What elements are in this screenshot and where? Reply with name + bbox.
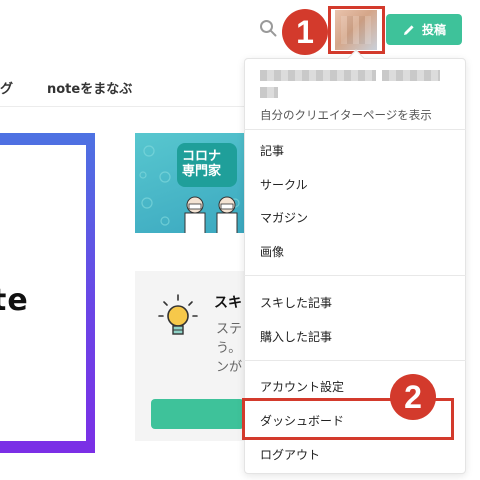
hero-card-inner: te xyxy=(0,145,86,441)
thumbnail-badge-line2: 専門家 xyxy=(182,164,222,179)
tip-body: ステ う。 ンが xyxy=(216,320,242,377)
hero-card[interactable]: te xyxy=(0,133,95,453)
step-badge-1: 1 xyxy=(282,9,328,55)
tip-body-line: う。 xyxy=(216,341,242,356)
avatar-highlight-box xyxy=(328,6,385,54)
tip-title: スキ xyxy=(214,295,242,311)
username-blurred xyxy=(382,70,440,81)
post-button-label: 投稿 xyxy=(421,23,446,37)
menu-item-liked-articles[interactable]: スキした記事 xyxy=(260,294,332,311)
step-badge-2: 2 xyxy=(390,374,436,420)
menu-item-logout[interactable]: ログアウト xyxy=(260,446,320,463)
menu-item-circle[interactable]: サークル xyxy=(260,176,308,193)
username-blurred xyxy=(260,87,278,98)
article-thumbnail[interactable]: コロナ 専門家 xyxy=(135,133,245,233)
tip-body-line: ンが xyxy=(216,360,243,375)
thumbnail-badge-line1: コロナ xyxy=(182,149,222,164)
lightbulb-icon xyxy=(158,294,198,335)
thumbnail-badge: コロナ 専門家 xyxy=(177,143,237,187)
people-illustration xyxy=(184,196,238,233)
menu-divider xyxy=(244,129,466,130)
menu-item-purchased-articles[interactable]: 購入した記事 xyxy=(260,328,332,345)
tip-button[interactable] xyxy=(151,399,244,429)
menu-item-articles[interactable]: 記事 xyxy=(260,142,284,159)
menu-item-account-settings[interactable]: アカウント設定 xyxy=(260,378,344,395)
pencil-icon xyxy=(403,24,414,35)
menu-item-creator-page[interactable]: 自分のクリエイターページを表示 xyxy=(260,107,432,123)
post-button[interactable]: 投稿 xyxy=(386,14,462,45)
menu-item-magazine[interactable]: マガジン xyxy=(260,209,308,226)
hero-text: te xyxy=(0,283,29,318)
tip-body-line: ステ xyxy=(216,322,243,337)
search-icon[interactable] xyxy=(259,19,277,37)
menu-item-images[interactable]: 画像 xyxy=(260,243,284,260)
nav-item-learn[interactable]: noteをまなぶ xyxy=(47,78,132,97)
nav-divider xyxy=(0,106,244,107)
menu-divider xyxy=(244,275,466,276)
menu-divider xyxy=(244,360,466,361)
nav-item-partial[interactable]: グ xyxy=(0,78,13,97)
username-blurred xyxy=(260,70,376,81)
